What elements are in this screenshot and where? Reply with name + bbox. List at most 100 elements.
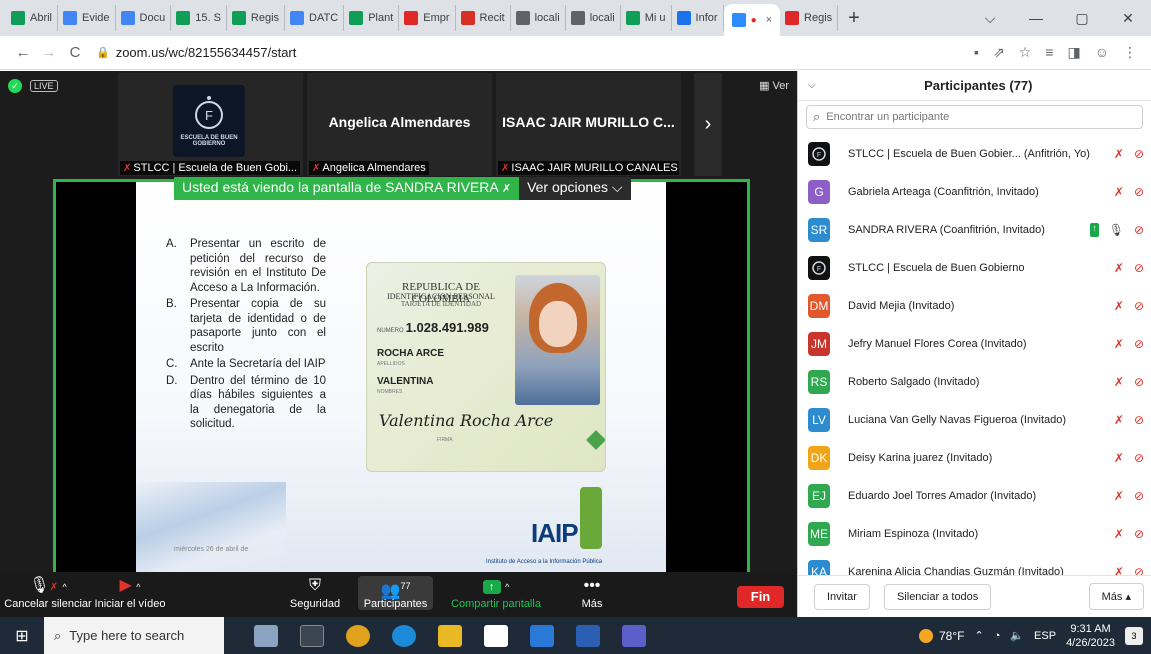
profile-icon[interactable]: ☺ <box>1095 44 1109 61</box>
participant-row[interactable]: JM Jefry Manuel Flores Corea (Invitado) ✗ ⊘ <box>798 325 1151 363</box>
recording-dot-icon: ● <box>750 14 757 26</box>
close-window-button[interactable]: ✕ <box>1105 10 1151 27</box>
browser-tab[interactable]: Evide <box>58 5 116 31</box>
browser-tab[interactable]: Recit <box>456 5 511 31</box>
more-button[interactable]: ••• Más <box>572 576 612 610</box>
teams-icon[interactable] <box>622 624 646 647</box>
view-button[interactable]: ▦ Ver <box>759 79 789 93</box>
network-icon[interactable]: ◔ <box>994 630 1001 642</box>
edge-icon[interactable] <box>392 624 416 647</box>
volume-icon[interactable]: 🔈 <box>1010 629 1024 642</box>
share-screen-button[interactable]: ↑ ^ Compartir pantalla <box>446 576 546 610</box>
temperature: 78°F <box>938 628 965 643</box>
browser-tab[interactable]: 15. S <box>171 5 227 31</box>
menu-icon[interactable]: ⋮ <box>1123 44 1137 61</box>
share-icon[interactable]: ⇗ <box>993 44 1005 61</box>
side-panel-icon[interactable]: ◨ <box>1067 44 1080 61</box>
participant-row[interactable]: DM David Mejia (Invitado) ✗ ⊘ <box>798 287 1151 325</box>
word-icon[interactable] <box>576 624 600 647</box>
weather-widget[interactable]: 78°F <box>918 628 965 643</box>
collapse-panel-button[interactable]: ⌵ <box>808 80 816 91</box>
participant-row[interactable]: G Gabriela Arteaga (Coanfitrión, Invitado… <box>798 173 1151 211</box>
store-icon[interactable] <box>484 624 508 647</box>
view-options-button[interactable]: Ver opciones ⌵ <box>519 177 631 200</box>
tab-zoom-active[interactable]: ● × <box>723 4 781 36</box>
unmute-button[interactable]: 🎙✗ ^ Cancelar silenciar <box>4 576 92 610</box>
browser-actions: ▪ ⇗ ☆ ≡ ◨ ☺ ⋮ <box>974 44 1141 61</box>
back-button[interactable]: ← <box>10 44 36 61</box>
new-tab-button[interactable]: + <box>838 7 870 30</box>
participant-list: F STLCC | Escuela de Buen Gobier... (Anfi… <box>798 135 1151 575</box>
participant-row[interactable]: ME Miriam Espinoza (Invitado) ✗ ⊘ <box>798 515 1151 553</box>
participant-row[interactable]: LV Luciana Van Gelly Navas Figueroa (Invi… <box>798 401 1151 439</box>
chrome-icon[interactable] <box>346 624 370 647</box>
reading-list-icon[interactable]: ≡ <box>1045 44 1053 61</box>
explorer-thumbnail-icon[interactable] <box>254 624 278 647</box>
participant-row[interactable]: DK Deisy Karina juarez (Invitado) ✗ ⊘ <box>798 439 1151 477</box>
panel-title: Participantes (77) <box>924 78 1033 93</box>
participant-row[interactable]: KA Karenina Alicia Chandias Guzmán (Invit… <box>798 553 1151 575</box>
browser-tab[interactable]: DATC <box>285 5 345 31</box>
tab-favicon-icon <box>515 11 530 25</box>
next-thumbnails-button[interactable]: › <box>694 73 722 176</box>
mail-icon[interactable] <box>530 624 554 647</box>
tab-search-button[interactable]: ⌵ <box>967 10 1013 27</box>
camera-blocked-icon[interactable]: ▪ <box>974 44 979 61</box>
participant-row[interactable]: EJ Eduardo Joel Torres Amador (Invitado) ✗… <box>798 477 1151 515</box>
windows-start-icon[interactable]: ⊞ <box>0 626 44 646</box>
browser-tab[interactable]: Docu <box>116 5 172 31</box>
taskbar-search[interactable]: ⌕ Type here to search <box>44 617 224 654</box>
participant-row[interactable]: SR SANDRA RIVERA (Coanfitrión, Invitado) ↑… <box>798 211 1151 249</box>
encryption-shield-icon[interactable]: ✓ <box>8 79 22 93</box>
browser-tab[interactable]: locali <box>511 5 566 31</box>
url-field[interactable]: 🔒 zoom.us/wc/82155634457/start <box>96 45 296 60</box>
video-off-icon: ⊘ <box>1133 451 1144 465</box>
panel-more-button[interactable]: Más ▴ <box>1088 583 1144 610</box>
file-explorer-icon[interactable] <box>438 624 462 647</box>
tray-expand-icon[interactable]: ⌃ <box>974 629 983 642</box>
maximize-button[interactable]: ▢ <box>1059 10 1105 27</box>
task-view-icon[interactable] <box>300 624 324 647</box>
id-sign-label: FIRMA <box>437 437 453 443</box>
participant-row[interactable]: F STLCC | Escuela de Buen Gobier... (Anfi… <box>798 135 1151 173</box>
tab-after[interactable]: Regis <box>780 5 839 31</box>
search-icon: ⌕ <box>54 627 62 643</box>
participant-search[interactable]: ⌕ <box>806 105 1143 129</box>
participant-status-icons: ✗ ⊘ <box>1114 489 1144 503</box>
browser-tab[interactable]: Plant <box>344 5 400 31</box>
slide-date: miércoles 26 de abril de <box>174 546 249 553</box>
browser-tab[interactable]: Abril <box>6 5 59 31</box>
mute-all-button[interactable]: Silenciar a todos <box>883 583 992 610</box>
security-button[interactable]: ⛨ Seguridad <box>285 576 345 610</box>
browser-tab[interactable]: Empr <box>399 5 456 31</box>
language-indicator[interactable]: ESP <box>1034 630 1056 642</box>
participant-row[interactable]: F STLCC | Escuela de Buen Gobierno ✗ ⊘ <box>798 249 1151 287</box>
notifications-icon[interactable]: 3 <box>1125 626 1143 645</box>
invite-button[interactable]: Invitar <box>814 583 870 610</box>
thumbnail-angelica[interactable]: Angelica Almendares ✗ Angelica Almendares <box>307 73 492 176</box>
system-tray: 78°F ⌃ ◔ 🔈 ESP 9:31 AM 4/26/2023 3 <box>918 622 1151 650</box>
clock-date: 4/26/2023 <box>1066 636 1115 649</box>
reload-button[interactable]: C <box>62 44 88 61</box>
participants-button[interactable]: 👥77 Participantes <box>358 576 433 610</box>
close-tab-icon[interactable]: × <box>766 14 772 26</box>
browser-tab[interactable]: Infor <box>672 5 724 31</box>
participant-row[interactable]: RS Roberto Salgado (Invitado) ✗ ⊘ <box>798 363 1151 401</box>
forward-button[interactable]: → <box>36 44 62 61</box>
item-letter: D. <box>166 374 178 387</box>
live-badge[interactable]: LIVE <box>30 80 58 92</box>
participant-search-input[interactable] <box>826 111 1136 123</box>
lock-icon: 🔒 <box>96 47 110 59</box>
browser-tab[interactable]: locali <box>566 5 621 31</box>
clock[interactable]: 9:31 AM 4/26/2023 <box>1066 622 1115 650</box>
mic-off-icon: ✗ <box>501 183 512 195</box>
bookmark-star-icon[interactable]: ☆ <box>1019 44 1032 61</box>
end-meeting-button[interactable]: Fin <box>737 586 784 608</box>
youtube-favicon-icon <box>785 11 800 25</box>
minimize-button[interactable]: — <box>1013 10 1059 26</box>
browser-tab[interactable]: Regis <box>227 5 286 31</box>
start-video-button[interactable]: ▶ ^ Iniciar el vídeo <box>92 576 168 610</box>
thumbnail-isaac[interactable]: ISAAC JAIR MURILLO C... ✗ ISAAC JAIR MURI… <box>496 73 681 176</box>
browser-tab[interactable]: Mi u <box>621 5 672 31</box>
thumbnail-host[interactable]: F ESCUELA DE BUEN GOBIERNO ✗ STLCC | Escu… <box>118 73 303 176</box>
